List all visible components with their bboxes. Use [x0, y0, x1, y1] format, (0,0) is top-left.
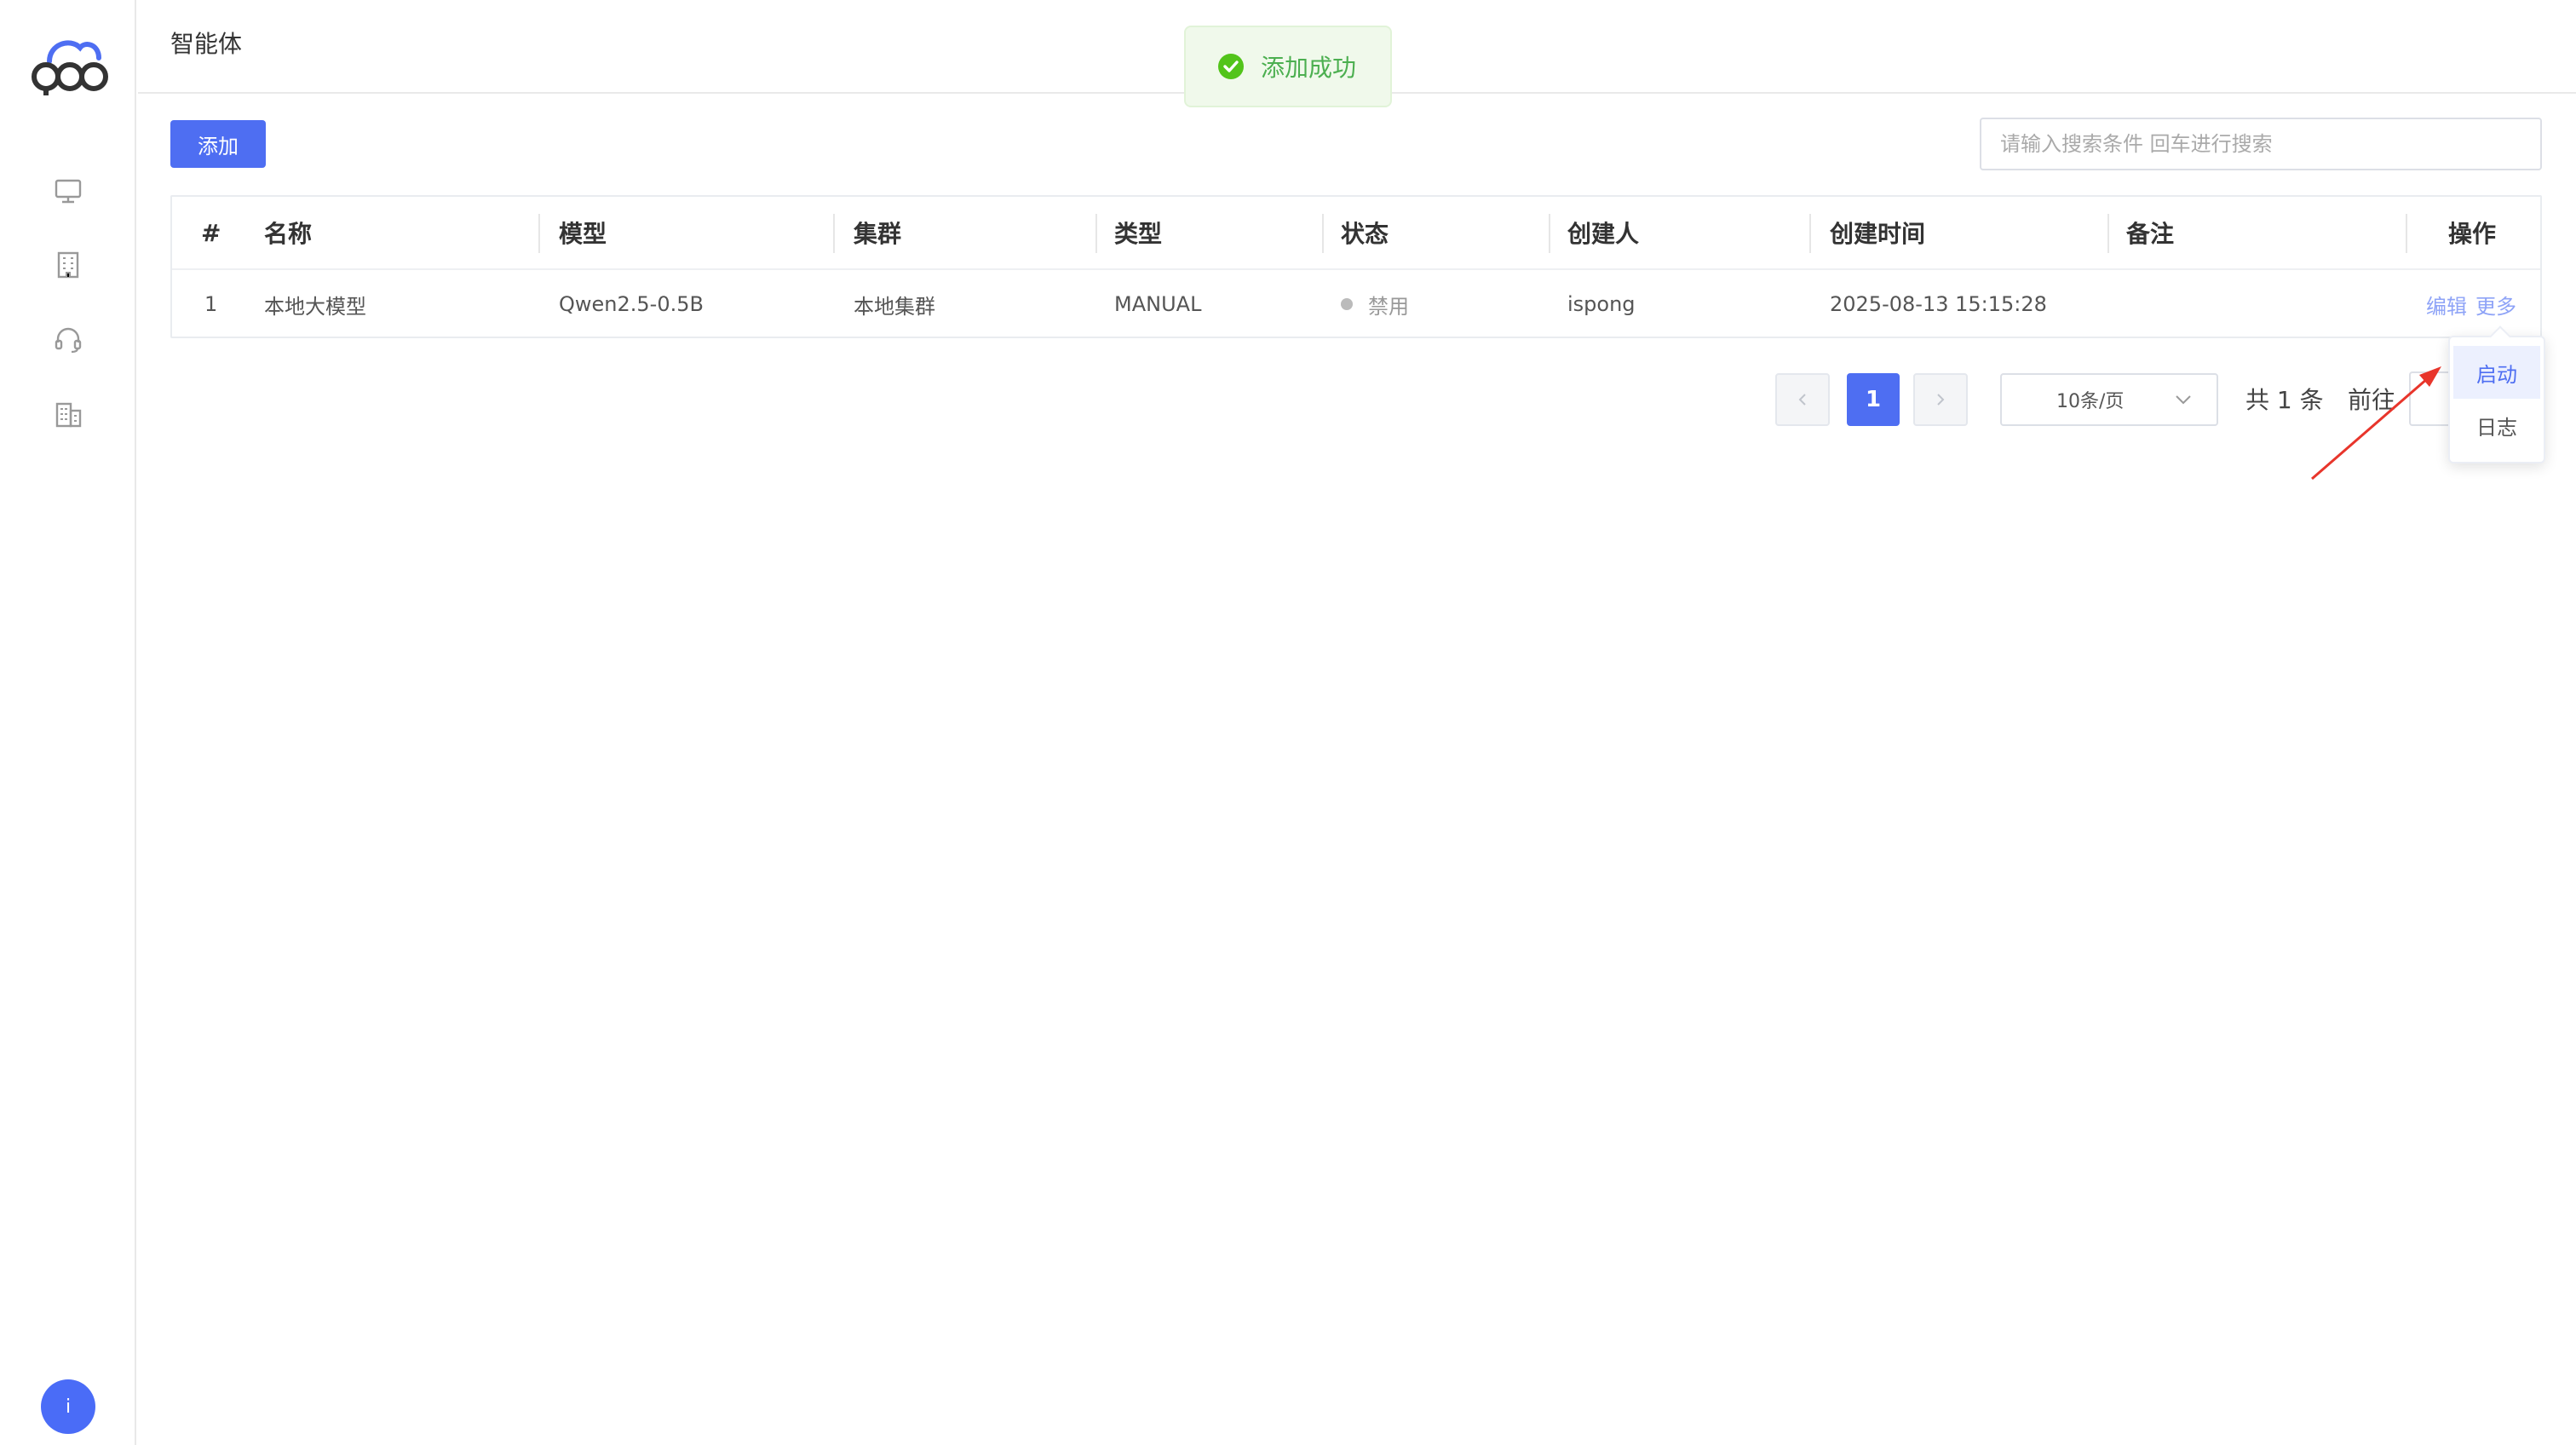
- user-avatar[interactable]: i: [41, 1379, 95, 1434]
- check-circle-icon: [1218, 54, 1244, 79]
- monitor-icon[interactable]: [51, 174, 85, 208]
- column-header-cluster: 集群: [854, 220, 902, 248]
- chevron-down-icon: [2176, 395, 2191, 405]
- office-icon[interactable]: [51, 397, 85, 431]
- column-header-creator: 创建人: [1567, 220, 1640, 248]
- column-header-remark: 备注: [2126, 220, 2175, 248]
- column-header-status: 状态: [1341, 220, 1389, 248]
- row-created-at: 2025-08-13 15:15:28: [1830, 292, 2047, 316]
- column-divider[interactable]: [1809, 214, 1811, 253]
- total-count: 共 1 条: [2245, 386, 2324, 414]
- prev-page-button[interactable]: [1775, 373, 1830, 426]
- success-toast: 添加成功: [1184, 26, 1392, 107]
- column-divider[interactable]: [1322, 214, 1324, 253]
- row-cluster: 本地集群: [854, 294, 935, 319]
- page-number-button[interactable]: 1: [1847, 373, 1900, 426]
- column-divider[interactable]: [538, 214, 540, 253]
- more-link[interactable]: 更多: [2475, 290, 2516, 320]
- column-header-index: #: [201, 218, 221, 247]
- column-header-created-at: 创建时间: [1830, 220, 1926, 248]
- row-creator: ispong: [1567, 292, 1636, 316]
- column-header-actions: 操作: [2448, 220, 2497, 248]
- column-divider[interactable]: [2107, 214, 2109, 253]
- row-status: 禁用: [1341, 270, 1409, 338]
- column-divider[interactable]: [833, 214, 835, 253]
- dropdown-item-logs[interactable]: 日志: [2453, 399, 2540, 452]
- status-label: 禁用: [1368, 294, 1409, 319]
- table-header: # 名称 模型 集群 类型 状态 创建人 创建时间 备注 操作: [172, 197, 2540, 270]
- building-icon[interactable]: [51, 248, 85, 282]
- status-dot-icon: [1341, 298, 1353, 310]
- search-input[interactable]: [1980, 118, 2542, 170]
- page-size-value: 10条/页: [2056, 391, 2125, 412]
- agents-table: # 名称 模型 集群 类型 状态 创建人 创建时间 备注 操作 1 本地大模型 …: [170, 195, 2542, 338]
- chevron-right-icon: [1937, 394, 1945, 406]
- row-type: MANUAL: [1114, 292, 1202, 316]
- row-name: 本地大模型: [264, 294, 366, 319]
- toast-message: 添加成功: [1261, 54, 1357, 82]
- table-row: 1 本地大模型 Qwen2.5-0.5B 本地集群 MANUAL 禁用 ispo…: [172, 270, 2540, 338]
- column-divider[interactable]: [2406, 214, 2407, 253]
- sidebar: i: [0, 0, 136, 1445]
- app-logo[interactable]: [26, 32, 111, 97]
- headset-icon[interactable]: [51, 322, 85, 356]
- row-model: Qwen2.5-0.5B: [559, 292, 704, 316]
- page-size-select[interactable]: 10条/页: [2000, 373, 2218, 426]
- column-header-model: 模型: [559, 220, 607, 248]
- chevron-left-icon: [1798, 394, 1806, 406]
- next-page-button[interactable]: [1913, 373, 1968, 426]
- column-divider[interactable]: [1549, 214, 1550, 253]
- goto-label: 前往: [2348, 386, 2396, 414]
- column-divider[interactable]: [1095, 214, 1097, 253]
- column-header-type: 类型: [1114, 220, 1163, 248]
- edit-link[interactable]: 编辑: [2426, 290, 2467, 320]
- row-index: 1: [204, 292, 218, 316]
- more-dropdown-menu: 启动 日志: [2448, 336, 2545, 463]
- add-button[interactable]: 添加: [170, 120, 266, 168]
- page-title: 智能体: [170, 30, 243, 58]
- dropdown-item-start[interactable]: 启动: [2453, 346, 2540, 399]
- column-header-name: 名称: [264, 220, 313, 248]
- goto-page-input[interactable]: [2409, 371, 2452, 426]
